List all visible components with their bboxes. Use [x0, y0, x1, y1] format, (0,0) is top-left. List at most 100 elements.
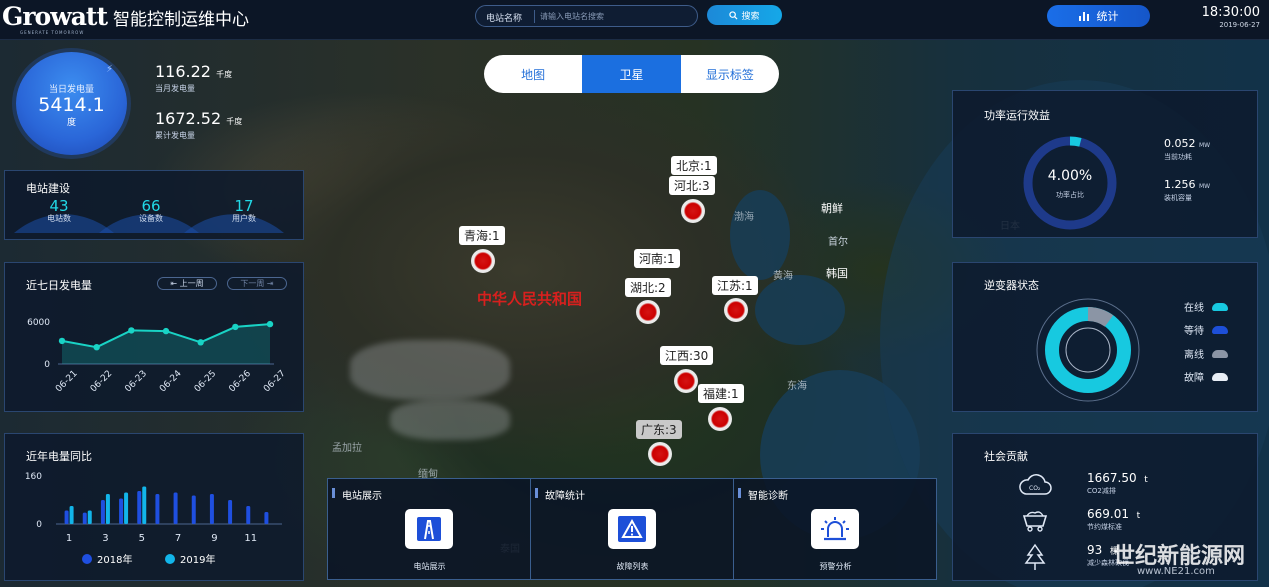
- x-tick-label: 3: [102, 533, 108, 544]
- seven-day-chart: 6000 0 06-21 06-22 06-23 06-24 06-25 06-26 06-27: [27, 318, 288, 395]
- x-tick-label: 06-24: [158, 369, 184, 395]
- map-marker-guangdong[interactable]: [648, 442, 672, 466]
- station-search-input[interactable]: [540, 9, 690, 24]
- map-marker-hebei[interactable]: [681, 199, 705, 223]
- bar-2019年: [105, 494, 110, 524]
- alarm-light-icon[interactable]: [811, 509, 859, 549]
- bar-2018年: [246, 506, 251, 524]
- x-tick-label: 06-22: [89, 369, 115, 395]
- bar-2019年: [69, 506, 74, 524]
- inverter-state-offline: 离线: [1184, 346, 1228, 361]
- data-point: [58, 337, 66, 345]
- x-tick-label: 06-26: [227, 369, 253, 395]
- tab-satellite[interactable]: 卫星: [582, 55, 681, 93]
- today-generation-badge: ⚡ 当日发电量 5414.1 度: [16, 52, 127, 155]
- marker-label-fujian[interactable]: 福建:1: [698, 384, 744, 403]
- x-tick-label: 06-27: [262, 369, 288, 395]
- map-marker-jiangsu[interactable]: [724, 298, 748, 322]
- y-tick-label: 0: [44, 360, 50, 370]
- co2-cloud-icon: CO₂: [1018, 474, 1052, 501]
- map-place-label: 渤海: [734, 212, 754, 223]
- data-point: [162, 327, 170, 335]
- x-tick-label: 06-23: [123, 369, 149, 395]
- x-tick-label: 5: [139, 533, 145, 544]
- warning-triangle-icon[interactable]: [608, 509, 656, 549]
- map-marker-fujian[interactable]: [708, 407, 732, 431]
- x-tick-label: 06-25: [193, 369, 219, 395]
- installed-capacity: 1.256 MW 装机容量: [1164, 178, 1211, 202]
- bar-2019年: [142, 486, 147, 524]
- efficiency-percent: 4.00%: [1047, 168, 1093, 184]
- data-point: [197, 339, 204, 346]
- top-bar: Growatt GENERATE TOMORROW 智能控制运维中心 电站名称 …: [0, 0, 1269, 40]
- coal-saved: 669.01 t 节约煤标准: [1087, 507, 1141, 531]
- y-tick-label: 0: [36, 520, 42, 530]
- map-place-label: 孟加拉: [332, 443, 362, 454]
- map-place-label: 黄海: [773, 271, 793, 282]
- tab-map[interactable]: 地图: [484, 55, 582, 93]
- social-title: 社会贡献: [984, 450, 1028, 463]
- marker-label-hubei[interactable]: 湖北:2: [625, 278, 671, 297]
- month-generation: 116.22 千度 当月发电量: [155, 62, 233, 93]
- marker-label-jiangxi[interactable]: 江西:30: [660, 346, 714, 365]
- y-tick-label: 6000: [27, 318, 50, 328]
- next-week-button[interactable]: 下一周 ⇥: [227, 277, 287, 290]
- bar-2018年: [173, 492, 178, 524]
- inverter-state-waiting: 等待: [1184, 322, 1228, 337]
- marker-label-beijing[interactable]: 北京:1: [671, 156, 717, 175]
- clock: 18:30:00 2019-06-27: [1196, 5, 1260, 29]
- map-place-label: 韩国: [826, 267, 848, 280]
- x-tick-label: 7: [175, 533, 181, 544]
- clock-date: 2019-06-27: [1219, 21, 1260, 29]
- marker-label-henan[interactable]: 河南:1: [634, 249, 680, 268]
- bar-2019年: [124, 492, 129, 524]
- bar-2018年: [209, 494, 214, 524]
- map-place-label: 首尔: [828, 237, 848, 248]
- efficiency-title: 功率运行效益: [984, 109, 1050, 122]
- prev-week-button[interactable]: ⇤ 上一周: [157, 277, 217, 290]
- map-marker-qinghai[interactable]: [471, 249, 495, 273]
- data-point: [128, 327, 135, 334]
- waiting-indicator-icon: [1212, 325, 1228, 334]
- legend-2018: 2018年: [82, 551, 132, 566]
- bar-2018年: [264, 512, 269, 524]
- tree-icon: [1018, 543, 1052, 576]
- station-display-section: 电站展示 电站展示: [328, 479, 531, 579]
- bar-2018年: [191, 495, 196, 524]
- svg-text:CO₂: CO₂: [1029, 485, 1041, 492]
- bar-2018年: [100, 500, 105, 524]
- smart-diagnosis-section: 智能诊断 预警分析: [734, 479, 937, 579]
- prev-icon: ⇤: [170, 279, 180, 288]
- marker-label-guangdong[interactable]: 广东:3: [636, 420, 682, 439]
- bar-chart-icon: [1078, 11, 1089, 21]
- marker-label-qinghai[interactable]: 青海:1: [459, 226, 505, 245]
- dashboard-root: 朝鲜 首尔 韩国 日本 黄海 东海 渤海 孟加拉 缅甸 泰国 中华人民共和国 北…: [0, 0, 1269, 587]
- station-build-title: 电站建设: [26, 182, 70, 195]
- yearly-chart: 160 0 1 3 5 7 9 11: [25, 472, 282, 544]
- data-point: [266, 320, 274, 328]
- search-button[interactable]: 搜索: [707, 5, 782, 25]
- y-tick-label: 160: [25, 472, 42, 482]
- marker-label-jiangsu[interactable]: 江苏:1: [712, 276, 758, 295]
- app-title: 智能控制运维中心: [113, 10, 249, 30]
- country-label: 中华人民共和国: [477, 290, 583, 308]
- map-marker-hubei[interactable]: [636, 300, 660, 324]
- view-toggle: 地图 卫星 显示标签: [484, 55, 779, 93]
- map-marker-jiangxi[interactable]: [674, 369, 698, 393]
- fault-indicator-icon: [1212, 372, 1228, 381]
- bar-2019年: [87, 510, 92, 524]
- x-tick-label: 1: [66, 533, 72, 544]
- x-tick-label: 06-21: [54, 369, 80, 395]
- tab-show-labels[interactable]: 显示标签: [681, 55, 779, 93]
- fault-stats-section: 故障统计 故障列表: [531, 479, 734, 579]
- data-point: [93, 344, 100, 351]
- inverter-state-online: 在线: [1184, 299, 1228, 314]
- next-icon: ⇥: [264, 279, 274, 288]
- statistics-button[interactable]: 统计: [1047, 5, 1150, 27]
- station-road-icon[interactable]: [405, 509, 453, 549]
- map-place-label: 朝鲜: [821, 202, 843, 215]
- bar-2018年: [228, 500, 233, 524]
- marker-label-hebei[interactable]: 河北:3: [669, 176, 715, 195]
- legend-2019: 2019年: [165, 551, 215, 566]
- search-icon: [729, 10, 738, 20]
